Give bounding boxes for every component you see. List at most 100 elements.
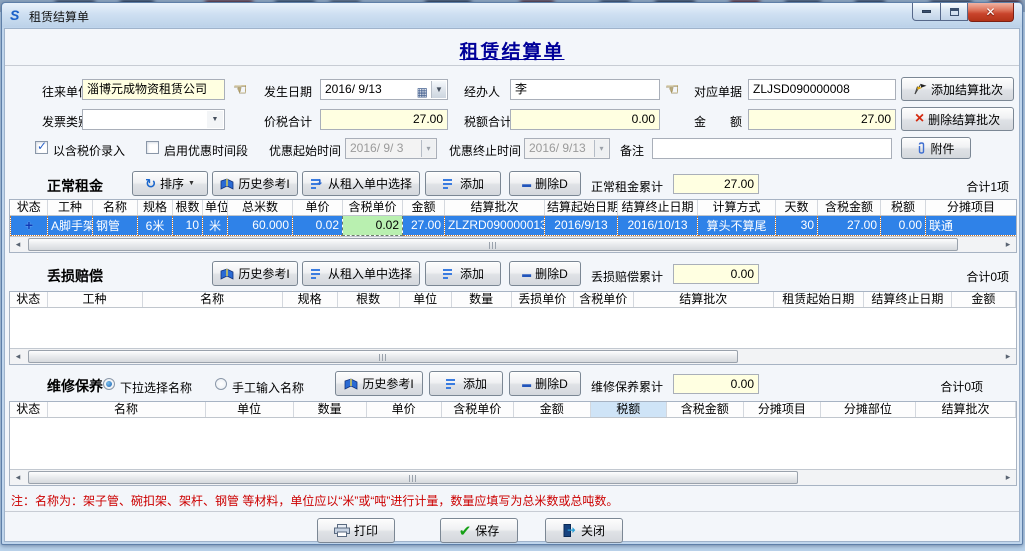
scrollbar-thumb[interactable] — [28, 471, 798, 484]
scroll-left-icon[interactable]: ◂ — [10, 237, 26, 252]
table-row[interactable]: +A脚手架钢管6米10米60.0000.020.0227.00ZLZRD0900… — [11, 215, 1017, 235]
attachment-button[interactable]: 附件 — [901, 137, 971, 159]
add-batch-button[interactable]: 添加结算批次 — [901, 77, 1014, 101]
tax-total-input[interactable]: 0.00 — [510, 109, 660, 130]
invoice-type-combo[interactable]: ▼ — [82, 109, 225, 130]
column-header: 结算起始日期 — [545, 200, 618, 215]
scroll-left-icon[interactable]: ◂ — [10, 470, 26, 485]
loss-total-input: 0.00 — [673, 264, 759, 284]
table-cell[interactable]: 10 — [173, 215, 203, 235]
table-cell[interactable]: 2016/10/13 — [618, 215, 698, 235]
loss-history-button[interactable]: 历史参考I — [212, 261, 298, 286]
divider — [5, 511, 1019, 512]
column-header: 数量 — [451, 292, 511, 307]
printer-icon — [334, 524, 350, 537]
maintenance-add-button[interactable]: 添加 — [429, 371, 503, 396]
add-label: 添加 — [463, 375, 487, 392]
close-button[interactable]: ✕ — [968, 3, 1014, 22]
column-header: 含税单价 — [441, 402, 513, 417]
column-header: 状态 — [11, 200, 48, 215]
row-status-plus-icon[interactable]: + — [11, 215, 48, 235]
column-header: 单位 — [203, 200, 228, 215]
table-cell[interactable]: 联通 — [926, 215, 1017, 235]
remark-input[interactable] — [652, 138, 892, 159]
divider — [5, 65, 1019, 66]
loss-delete-button[interactable]: ▬ 删除D — [509, 261, 581, 286]
column-header: 数量 — [293, 402, 366, 417]
maintenance-table-panel: 状态名称单位数量单价含税单价金额税额含税金额分摊项目分摊部位结算批次 ◂ ▸ — [9, 401, 1017, 486]
table-cell[interactable]: 米 — [203, 215, 228, 235]
doc-input[interactable]: ZLJSD090000008 — [748, 79, 896, 100]
table-cell[interactable]: 0.00 — [881, 215, 926, 235]
print-button[interactable]: 打印 — [317, 518, 395, 543]
table-cell[interactable]: 2016/9/13 — [545, 215, 618, 235]
dropdown-name-radio[interactable] — [103, 378, 115, 390]
table-cell[interactable]: 27.00 — [403, 215, 445, 235]
table-cell[interactable]: A脚手架 — [48, 215, 93, 235]
rent-history-button[interactable]: 历史参考I — [212, 171, 298, 196]
scroll-right-icon[interactable]: ▸ — [1000, 349, 1016, 364]
rent-select-from-button[interactable]: 从租入单中选择 — [302, 171, 420, 196]
green-check-icon: ✔ — [459, 522, 472, 540]
scrollbar-thumb[interactable] — [28, 238, 958, 251]
table-cell[interactable]: 0.02 — [293, 215, 343, 235]
select-from-label: 从租入单中选择 — [328, 175, 412, 192]
date-dropdown-arrow[interactable]: ▼ — [431, 81, 446, 98]
maximize-button[interactable] — [941, 3, 968, 21]
scroll-left-icon[interactable]: ◂ — [10, 349, 26, 364]
scroll-right-icon[interactable]: ▸ — [1000, 237, 1016, 252]
maintenance-history-button[interactable]: 历史参考I — [335, 371, 423, 396]
tax-entry-checkbox[interactable]: ✓ — [35, 141, 48, 154]
table-cell[interactable]: 0.02 — [343, 215, 403, 235]
table-cell[interactable]: ZLZRD090000013 — [445, 215, 545, 235]
handler-input[interactable]: 李 — [510, 79, 660, 100]
loss-add-button[interactable]: 添加 — [425, 261, 501, 286]
manual-name-radio[interactable] — [215, 378, 227, 390]
column-header: 工种 — [48, 200, 93, 215]
table-cell[interactable]: 6米 — [138, 215, 173, 235]
book-icon — [220, 178, 234, 190]
close-form-button[interactable]: 关闭 — [545, 518, 623, 543]
doc-label: 对应单据 — [694, 83, 742, 100]
loss-select-from-button[interactable]: 从租入单中选择 — [302, 261, 420, 286]
dropdown-name-radio-label[interactable]: 下拉选择名称 — [120, 379, 192, 396]
save-button[interactable]: ✔ 保存 — [440, 518, 518, 543]
table-cell[interactable]: 30 — [776, 215, 818, 235]
rent-delete-button[interactable]: ▬ 删除D — [509, 171, 581, 196]
book-icon — [344, 378, 358, 390]
delete-batch-button[interactable]: × 删除结算批次 — [901, 107, 1014, 131]
maintenance-delete-button[interactable]: ▬ 删除D — [509, 371, 581, 396]
scroll-right-icon[interactable]: ▸ — [1000, 470, 1016, 485]
rent-add-button[interactable]: 添加 — [425, 171, 501, 196]
promo-end-combo: 2016/ 9/13 ▾ — [524, 138, 610, 159]
maintenance-hscrollbar[interactable]: ◂ ▸ — [10, 469, 1016, 485]
rent-count: 合计1项 — [966, 178, 1009, 195]
table-cell[interactable]: 27.00 — [818, 215, 881, 235]
partner-input[interactable]: 淄博元成物资租赁公司 — [82, 79, 225, 100]
delete-label: 删除D — [535, 265, 568, 282]
title-bar[interactable]: S 租赁结算单 ✕ — [2, 3, 1022, 27]
minimize-button[interactable] — [912, 3, 941, 21]
date-input[interactable]: 2016/ 9/13 ▦ ▼ — [320, 79, 448, 100]
table-cell[interactable]: 60.000 — [228, 215, 293, 235]
rent-sort-button[interactable]: ↻ 排序 ▼ — [132, 171, 208, 196]
total-with-tax-label: 价税合计 — [264, 113, 312, 130]
scrollbar-thumb[interactable] — [28, 350, 738, 363]
manual-name-radio-label[interactable]: 手工输入名称 — [232, 379, 304, 396]
column-header: 含税单价 — [573, 292, 633, 307]
total-with-tax-input[interactable]: 27.00 — [320, 109, 448, 130]
calendar-icon: ▦ — [417, 83, 428, 100]
tax-entry-checkbox-label[interactable]: 以含税价录入 — [53, 142, 125, 159]
promo-period-checkbox-label[interactable]: 启用优惠时间段 — [164, 142, 248, 159]
table-cell[interactable]: 算头不算尾 — [698, 215, 776, 235]
rent-hscrollbar[interactable]: ◂ ▸ — [10, 236, 1016, 252]
loss-hscrollbar[interactable]: ◂ ▸ — [10, 348, 1016, 364]
partner-picker-hand-icon[interactable]: ☜ — [233, 79, 247, 99]
amount-input[interactable]: 27.00 — [748, 109, 896, 130]
promo-period-checkbox[interactable] — [146, 141, 159, 154]
footnote: 注：名称为：架子管、碗扣架、架杆、钢管 等材料，单位应以“米”或“吨”进行计量，… — [11, 492, 618, 509]
invoice-dropdown-arrow[interactable]: ▼ — [207, 111, 223, 128]
table-cell[interactable]: 钢管 — [93, 215, 138, 235]
handler-picker-hand-icon[interactable]: ☜ — [665, 79, 679, 99]
column-header: 金额 — [951, 292, 1015, 307]
